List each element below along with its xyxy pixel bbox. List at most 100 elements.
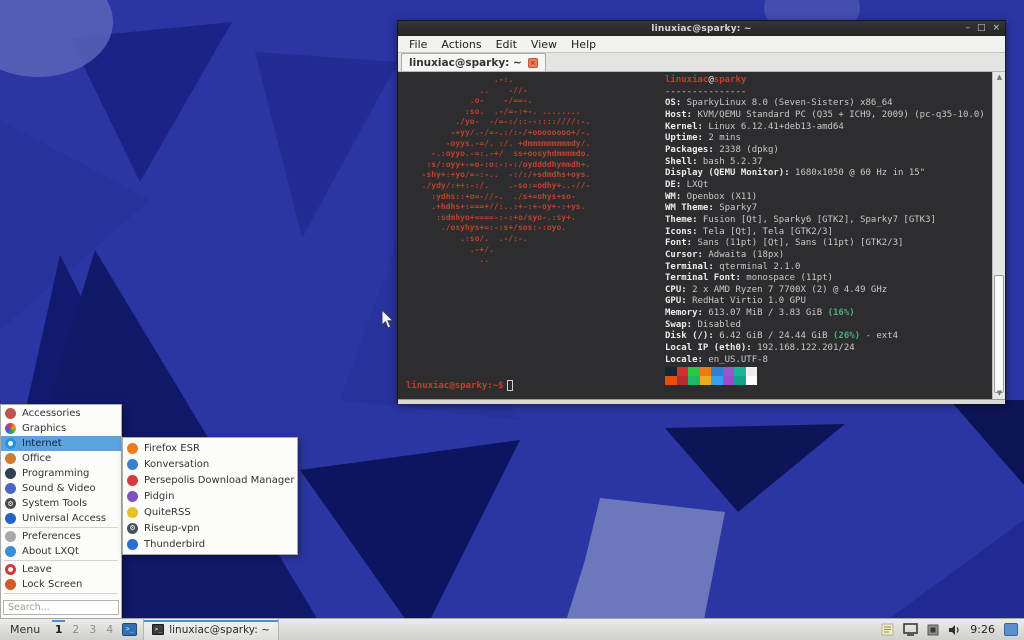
tab-close-icon[interactable]: × — [528, 58, 538, 68]
menu-file[interactable]: File — [402, 38, 434, 51]
start-menu-items: AccessoriesGraphicsInternetOfficeProgram… — [1, 406, 121, 594]
menu-view[interactable]: View — [524, 38, 564, 51]
menu-item-sound-video[interactable]: Sound & Video — [1, 481, 121, 496]
info-line-terminal: Terminal: qterminal 2.1.0 — [665, 262, 985, 274]
scrollbar-thumb[interactable] — [994, 275, 1004, 393]
office-icon — [5, 453, 16, 464]
palette-color — [665, 367, 677, 376]
window-titlebar[interactable]: linuxiac@sparky: ~ – □ × — [398, 21, 1005, 36]
show-desktop-button[interactable] — [1004, 623, 1018, 636]
menu-item-leave[interactable]: Leave — [1, 562, 121, 577]
info-line-cpu: CPU: 2 x AMD Ryzen 7 7700X (2) @ 4.49 GH… — [665, 285, 985, 297]
minimize-button[interactable]: – — [965, 24, 970, 33]
info-line-uptime: Uptime: 2 mins — [665, 133, 985, 145]
quiterss-icon — [127, 507, 138, 518]
workspace-4[interactable]: 4 — [101, 619, 118, 640]
terminal-scrollbar[interactable]: ▲ ▼ — [992, 72, 1005, 399]
palette-color — [746, 367, 758, 376]
qterminal-launcher-icon[interactable]: >_ — [122, 623, 137, 636]
scrollbar-up-icon[interactable]: ▲ — [993, 72, 1005, 83]
universal-access-icon — [5, 513, 16, 524]
taskbar-menu-button[interactable]: Menu — [0, 623, 50, 636]
network-icon[interactable] — [927, 624, 939, 636]
window-title: linuxiac@sparky: ~ — [398, 24, 1005, 34]
terminal-menubar: FileActionsEditViewHelp — [398, 36, 1005, 53]
taskbar-task-label: linuxiac@sparky: ~ — [169, 624, 270, 636]
fastfetch-ascii-logo: .-:. .. -//- .o- -/==-. :so. .-/=-:+-. .… — [412, 75, 590, 266]
clipboard-notes-icon[interactable] — [881, 623, 894, 636]
clock[interactable]: 9:26 — [970, 623, 995, 636]
menu-help[interactable]: Help — [564, 38, 603, 51]
palette-color — [746, 376, 758, 385]
info-line-host: Host: KVM/QEMU Standard PC (Q35 + ICH9, … — [665, 110, 985, 122]
menu-item-preferences[interactable]: Preferences — [1, 529, 121, 544]
palette-color — [711, 376, 723, 385]
palette-color — [665, 376, 677, 385]
workspace-3[interactable]: 3 — [84, 619, 101, 640]
menu-item-universal-access[interactable]: Universal Access — [1, 511, 121, 526]
submenu-item-pidgin[interactable]: Pidgin — [123, 488, 297, 504]
taskbar-task-button[interactable]: >_ linuxiac@sparky: ~ — [143, 619, 279, 640]
menu-item-graphics[interactable]: Graphics — [1, 421, 121, 436]
palette-color — [700, 367, 712, 376]
menu-separator — [4, 593, 118, 594]
lock-screen-icon — [5, 579, 16, 590]
scrollbar-down-icon[interactable]: ▼ — [993, 388, 1005, 399]
programming-icon — [5, 468, 16, 479]
graphics-icon — [5, 423, 16, 434]
about-lxqt-icon — [5, 546, 16, 557]
menu-item-office[interactable]: Office — [1, 451, 121, 466]
info-line-wm: WM: Openbox (X11) — [665, 192, 985, 204]
palette-color — [677, 367, 689, 376]
menu-item-programming[interactable]: Programming — [1, 466, 121, 481]
maximize-button[interactable]: □ — [977, 24, 986, 33]
menu-edit[interactable]: Edit — [489, 38, 524, 51]
workspace-2[interactable]: 2 — [67, 619, 84, 640]
menu-actions[interactable]: Actions — [434, 38, 488, 51]
persepolis-icon — [127, 475, 138, 486]
preferences-icon — [5, 531, 16, 542]
menu-item-about-lxqt[interactable]: About LXQt — [1, 544, 121, 559]
mouse-cursor — [381, 310, 395, 330]
info-line-gpu: GPU: RedHat Virtio 1.0 GPU — [665, 296, 985, 308]
volume-icon[interactable] — [948, 624, 961, 636]
workspace-1[interactable]: 1 — [50, 619, 67, 640]
info-line-locale: Locale: en_US.UTF-8 — [665, 355, 985, 367]
terminal-content[interactable]: .-:. .. -//- .o- -/==-. :so. .-/=-:+-. .… — [398, 72, 1005, 399]
palette-color — [700, 376, 712, 385]
prompt-text: linuxiac@sparky:~$ — [406, 381, 504, 391]
palette-color — [688, 367, 700, 376]
info-line-terminal-font: Terminal Font: monospace (11pt) — [665, 273, 985, 285]
terminal-tabbar: linuxiac@sparky: ~ × — [398, 53, 1005, 72]
submenu-item-thunderbird[interactable]: Thunderbird — [123, 536, 297, 552]
close-button[interactable]: × — [992, 24, 1000, 33]
menu-item-accessories[interactable]: Accessories — [1, 406, 121, 421]
info-line-swap: Swap: Disabled — [665, 320, 985, 332]
menu-item-internet[interactable]: Internet — [1, 436, 121, 451]
submenu-item-persepolis-download-manager[interactable]: Persepolis Download Manager — [123, 472, 297, 488]
palette-row-top — [665, 367, 757, 376]
submenu-item-riseup-vpn[interactable]: ⚙Riseup-vpn — [123, 520, 297, 536]
menu-search-input[interactable] — [3, 600, 119, 615]
palette-color — [734, 376, 746, 385]
terminal-tab[interactable]: linuxiac@sparky: ~ × — [401, 53, 546, 71]
firefox-icon — [127, 443, 138, 454]
info-user: linuxiac — [665, 75, 708, 85]
desktop: linuxiac@sparky: ~ – □ × FileActionsEdit… — [0, 0, 1024, 640]
window-bottom-frame — [398, 399, 1005, 404]
menu-item-lock-screen[interactable]: Lock Screen — [1, 577, 121, 592]
terminal-tab-label: linuxiac@sparky: ~ — [409, 57, 522, 69]
submenu-item-konversation[interactable]: Konversation — [123, 456, 297, 472]
system-tray: 9:26 — [881, 623, 1024, 636]
terminal-cursor — [507, 380, 513, 391]
riseup-vpn-icon: ⚙ — [127, 523, 138, 534]
display-settings-icon[interactable] — [903, 623, 918, 636]
info-line-icons: Icons: Tela [Qt], Tela [GTK2/3] — [665, 227, 985, 239]
info-line-theme: Theme: Fusion [Qt], Sparky6 [GTK2], Spar… — [665, 215, 985, 227]
submenu-item-firefox-esr[interactable]: Firefox ESR — [123, 440, 297, 456]
submenu-item-quiterss[interactable]: QuiteRSS — [123, 504, 297, 520]
palette-color — [677, 376, 689, 385]
menu-item-system-tools[interactable]: ⚙System Tools — [1, 496, 121, 511]
info-header: linuxiac@sparky — [665, 75, 985, 87]
info-line-local-ip-eth0: Local IP (eth0): 192.168.122.201/24 — [665, 343, 985, 355]
